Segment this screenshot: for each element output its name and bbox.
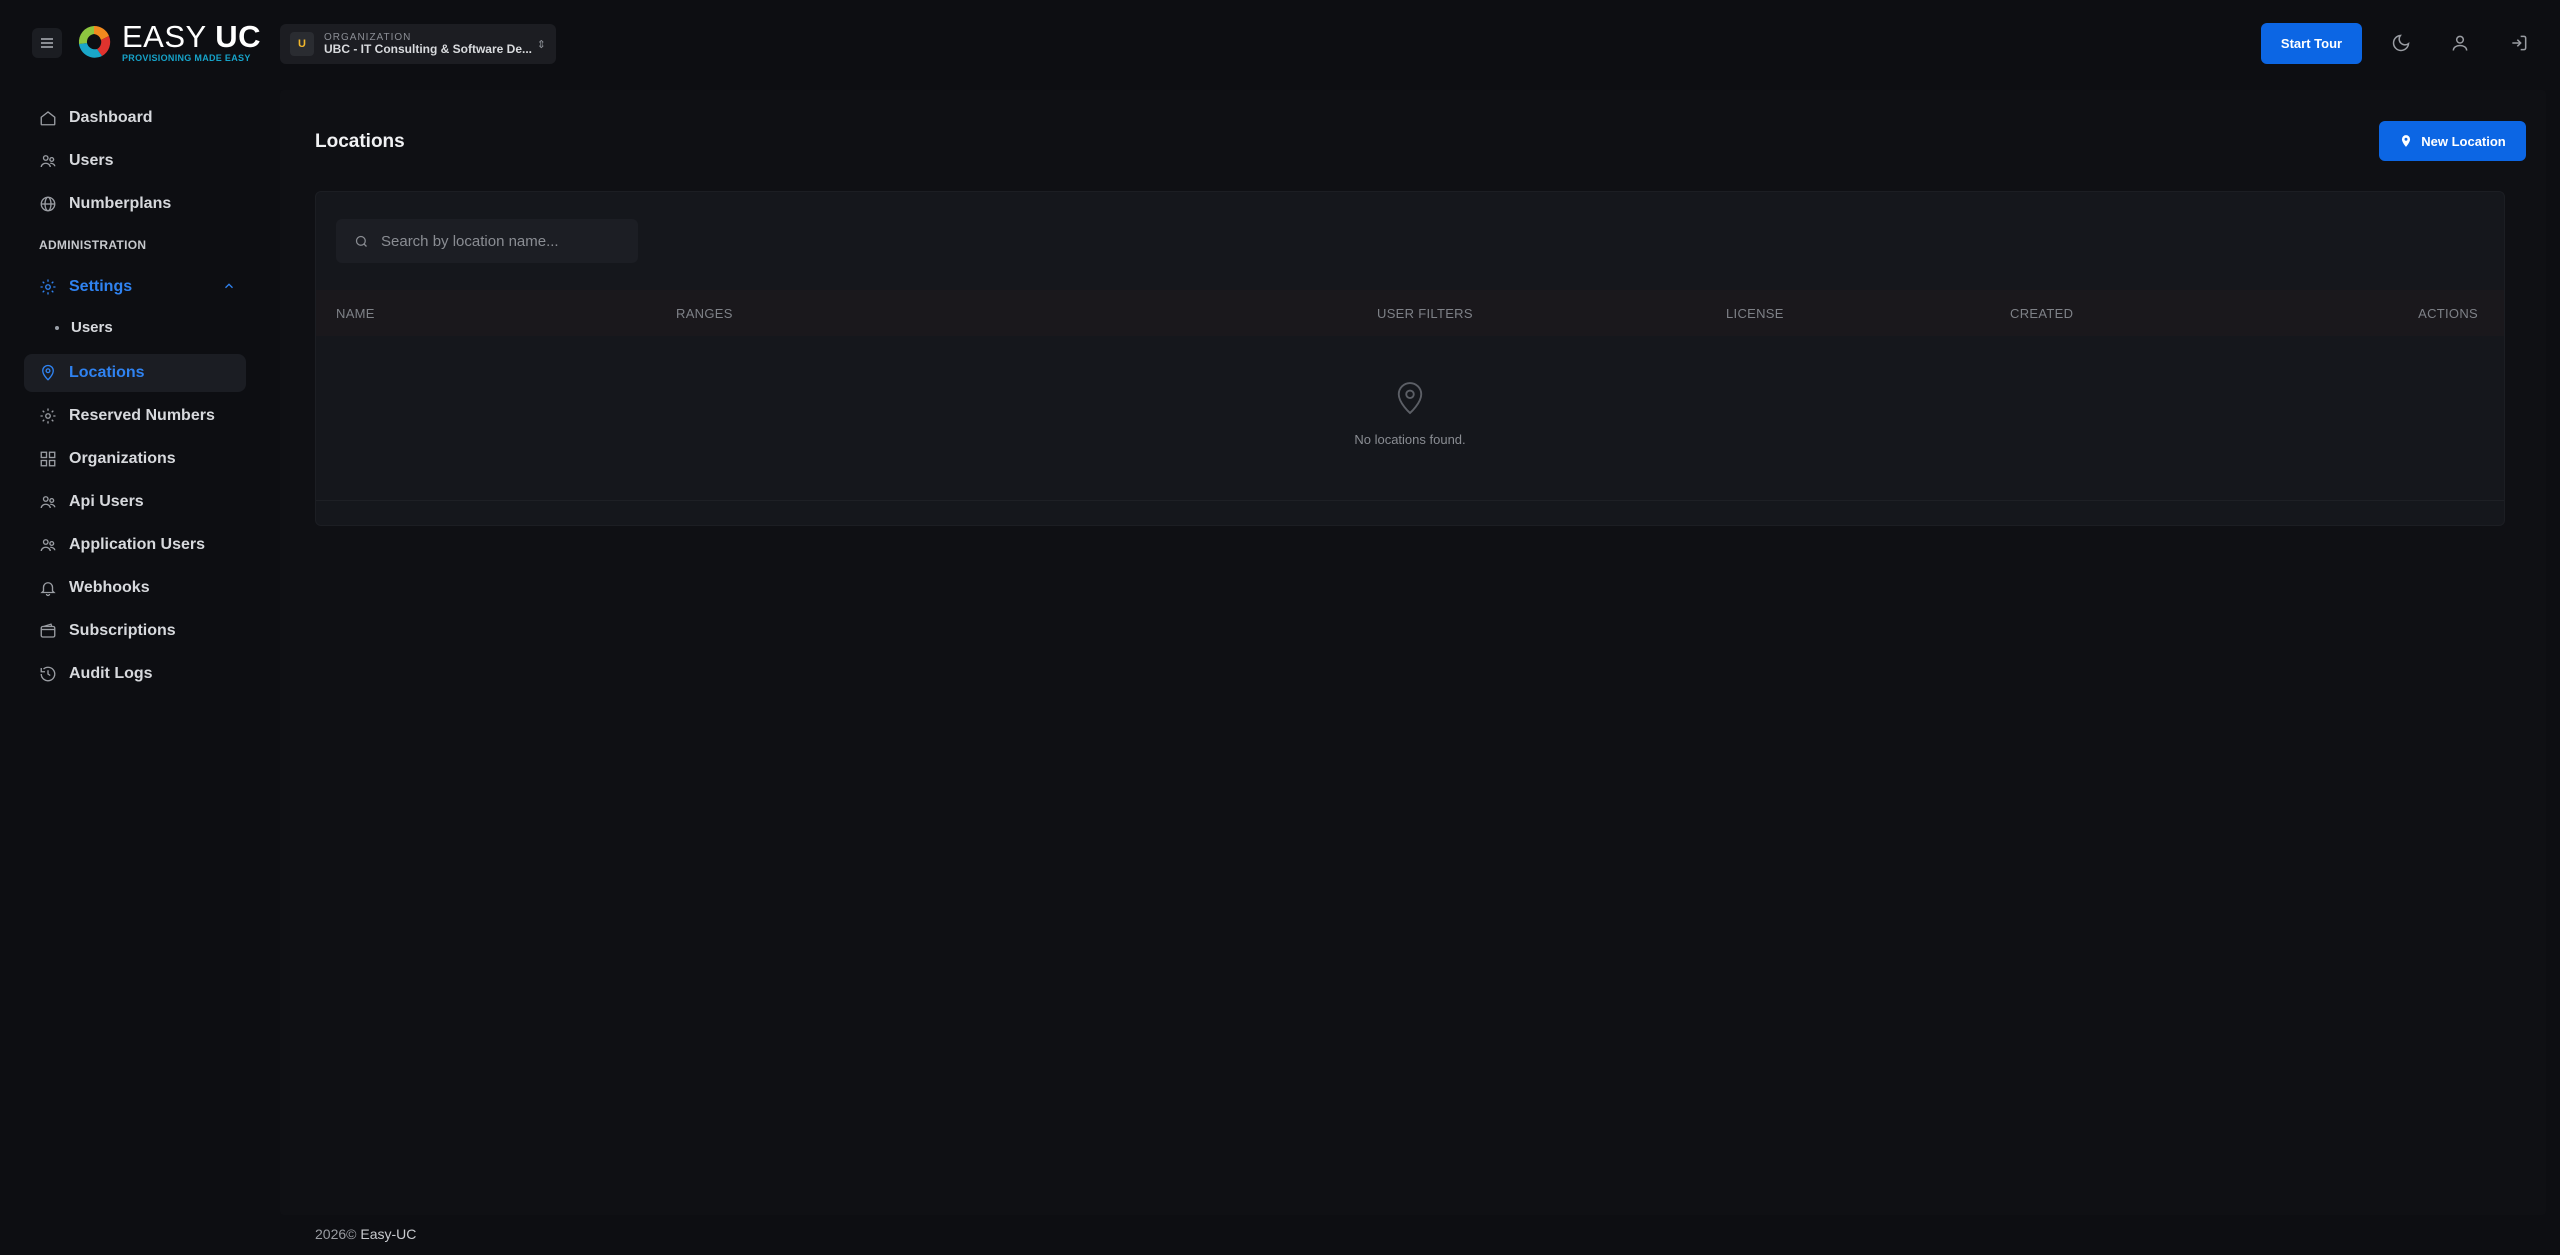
sidebar-item-settings[interactable]: Settings	[24, 268, 246, 306]
column-header-created[interactable]: CREATED	[2010, 306, 2073, 321]
locations-table-card: Search by location name... NAME RANGES U…	[315, 191, 2505, 526]
sidebar-item-numberplans[interactable]: Numberplans	[24, 185, 246, 223]
org-name: UBC - IT Consulting & Software De...	[324, 41, 533, 56]
organization-switcher[interactable]: U ORGANIZATION UBC - IT Consulting & Sof…	[280, 24, 556, 64]
new-location-label: New Location	[2421, 133, 2506, 149]
sidebar-item-subscriptions[interactable]: Subscriptions	[24, 612, 246, 650]
sidebar-item-label: Reserved Numbers	[69, 407, 215, 424]
column-header-ranges[interactable]: RANGES	[676, 306, 733, 321]
theme-toggle-button[interactable]	[2386, 28, 2416, 58]
sidebar-item-label: Organizations	[69, 450, 176, 467]
sidebar-item-label: Users	[69, 152, 114, 169]
wallet-icon	[40, 623, 56, 638]
empty-state-text: No locations found.	[1354, 432, 1466, 447]
gear-icon	[40, 408, 56, 424]
sidebar-item-label: Settings	[69, 278, 133, 295]
logo-tagline: PROVISIONING MADE EASY	[122, 53, 251, 63]
location-icon	[42, 364, 54, 381]
column-header-user-filters[interactable]: USER FILTERS	[1377, 306, 1473, 321]
search-placeholder: Search by location name...	[381, 232, 559, 250]
start-tour-button[interactable]: Start Tour	[2261, 23, 2362, 64]
main-content: Locations New Location Search by locatio…	[280, 90, 2546, 1215]
chevron-up-icon	[225, 283, 233, 289]
logo-title: EASY UC	[122, 19, 262, 54]
menu-toggle-button[interactable]	[32, 28, 62, 58]
bullet-icon	[55, 325, 59, 330]
sidebar-subitem-users[interactable]: Users	[55, 319, 113, 336]
logo[interactable]: EASY UC PROVISIONING MADE EASY	[74, 20, 261, 64]
search-input[interactable]: Search by location name...	[336, 219, 638, 263]
gear-icon	[40, 279, 56, 295]
grid-icon	[40, 451, 56, 467]
footer-brand-link[interactable]: Easy-UC	[360, 1226, 416, 1242]
app-root: EASY UC PROVISIONING MADE EASY U ORGANIZ…	[0, 0, 2560, 1255]
sidebar-item-audit-logs[interactable]: Audit Logs	[24, 655, 246, 693]
home-icon	[40, 111, 56, 126]
page-title: Locations	[315, 131, 405, 152]
location-icon	[1397, 382, 1423, 415]
sidebar: Dashboard Users Numberplans ADMINISTRATI…	[0, 88, 280, 1255]
globe-icon	[40, 196, 56, 212]
users-icon	[40, 539, 56, 552]
footer-year: 2026©	[315, 1226, 357, 1242]
logo-mark	[78, 25, 111, 58]
sidebar-item-organizations[interactable]: Organizations	[24, 440, 246, 478]
top-bar: EASY UC PROVISIONING MADE EASY U ORGANIZ…	[0, 0, 2560, 88]
sidebar-item-api-users[interactable]: Api Users	[24, 483, 246, 521]
logout-button[interactable]	[2504, 28, 2534, 58]
search-icon	[355, 235, 367, 247]
sidebar-item-dashboard[interactable]: Dashboard	[24, 99, 246, 137]
sidebar-item-label: Locations	[69, 364, 145, 381]
sidebar-section-administration: ADMINISTRATION	[39, 238, 147, 252]
logout-icon	[2512, 35, 2527, 51]
sidebar-subitem-label: Users	[71, 319, 113, 336]
user-icon	[2452, 35, 2468, 51]
org-avatar: U	[290, 32, 314, 56]
bell-icon	[40, 582, 56, 597]
sidebar-item-label: Audit Logs	[69, 665, 153, 682]
table-header: NAME RANGES USER FILTERS LICENSE CREATED…	[316, 290, 2504, 336]
new-location-button[interactable]: New Location	[2379, 121, 2526, 161]
sidebar-item-reserved-numbers[interactable]: Reserved Numbers	[24, 397, 246, 435]
location-pin-icon	[2402, 135, 2411, 147]
empty-state: No locations found.	[316, 336, 2504, 501]
column-header-actions: ACTIONS	[2418, 306, 2478, 321]
column-header-name[interactable]: NAME	[336, 306, 375, 321]
sidebar-item-label: Api Users	[69, 493, 144, 510]
sidebar-item-label: Webhooks	[69, 579, 150, 596]
sidebar-item-locations[interactable]: Locations	[24, 354, 246, 392]
menu-icon	[41, 38, 53, 48]
sidebar-item-label: Dashboard	[69, 109, 153, 126]
sidebar-item-label: Numberplans	[69, 195, 172, 212]
sidebar-item-application-users[interactable]: Application Users	[24, 526, 246, 564]
sidebar-item-webhooks[interactable]: Webhooks	[24, 569, 246, 607]
sidebar-item-users[interactable]: Users	[24, 142, 246, 180]
profile-button[interactable]	[2445, 28, 2475, 58]
users-icon	[40, 496, 56, 509]
column-header-license[interactable]: LICENSE	[1726, 306, 1784, 321]
history-icon	[40, 666, 56, 682]
users-icon	[40, 155, 56, 168]
sidebar-item-label: Subscriptions	[69, 622, 176, 639]
chevron-updown-icon: ⇕	[536, 38, 546, 51]
moon-icon	[2392, 34, 2410, 52]
footer: 2026© Easy-UC	[315, 1226, 416, 1242]
sidebar-item-label: Application Users	[69, 536, 206, 553]
